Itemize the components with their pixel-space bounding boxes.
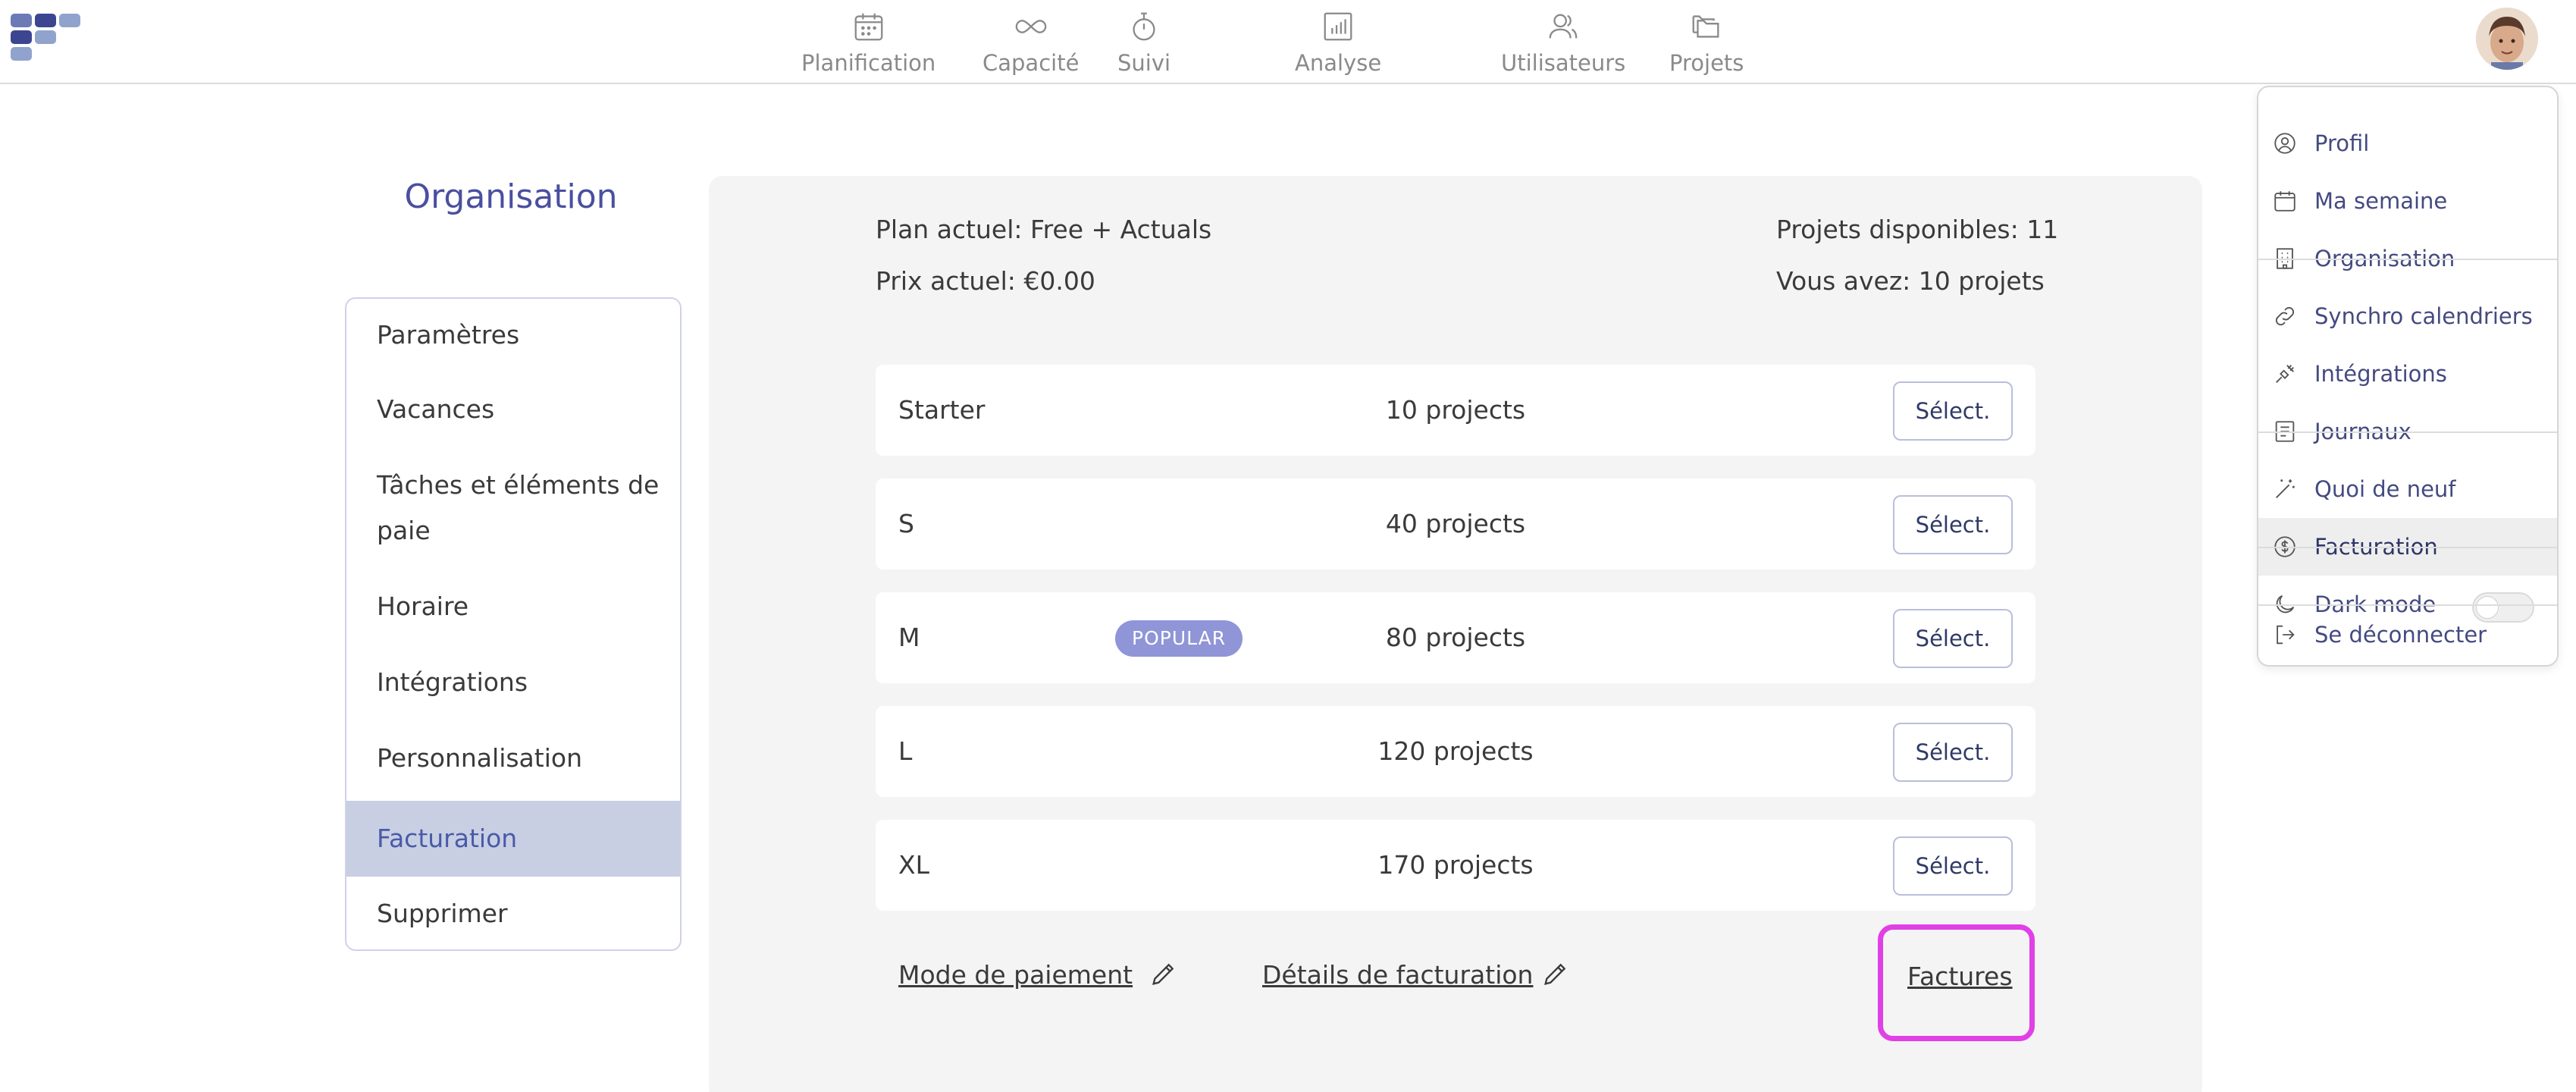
- nav-suivi[interactable]: Suivi: [1117, 9, 1170, 76]
- sidebar-item-label: Intégrations: [377, 667, 528, 697]
- current-plan-text: Plan actuel: Free + Actuals: [876, 215, 1212, 244]
- top-navigation-bar: Planification Capacité Suivi Analyse Uti…: [0, 0, 2576, 84]
- sidebar-item-label: Supprimer: [377, 899, 508, 928]
- menu-item-label: Se déconnecter: [2314, 622, 2487, 648]
- sidebar-item-personnalisation[interactable]: Personnalisation: [346, 720, 680, 796]
- stopwatch-icon: [1133, 12, 1155, 41]
- plan-projects: 10 projects: [1385, 395, 1526, 425]
- sidebar-item-integrations[interactable]: Intégrations: [346, 645, 680, 720]
- plan-projects: 170 projects: [1377, 850, 1534, 880]
- menu-item-synchro-calendriers[interactable]: Synchro calendriers: [2258, 287, 2557, 345]
- menu-item-label: Quoi de neuf: [2314, 476, 2456, 502]
- menu-item-label: Profil: [2314, 130, 2370, 156]
- app-logo[interactable]: [11, 14, 86, 62]
- user-avatar[interactable]: [2476, 8, 2538, 70]
- sidebar-item-label: Tâches et éléments de paie: [377, 470, 660, 545]
- nav-label: Utilisateurs: [1501, 50, 1626, 76]
- sidebar-item-facturation[interactable]: Facturation: [346, 801, 680, 877]
- bar-chart-icon: [1324, 12, 1352, 41]
- sidebar-item-parametres[interactable]: Paramètres: [346, 299, 680, 372]
- sidebar-item-label: Horaire: [377, 592, 469, 621]
- infinity-icon: [1015, 20, 1047, 33]
- plan-name: Starter: [898, 395, 986, 425]
- menu-item-se-deconnecter[interactable]: Se déconnecter: [2258, 606, 2557, 664]
- sidebar-item-label: Vacances: [377, 394, 495, 424]
- invoices-link[interactable]: Factures: [1907, 962, 2013, 991]
- calendar-icon: [854, 13, 883, 41]
- select-plan-button[interactable]: Sélect.: [1893, 381, 2013, 441]
- menu-divider: [2258, 431, 2557, 433]
- sidebar-item-taches[interactable]: Tâches et éléments de paie: [346, 447, 680, 569]
- menu-item-ma-semaine[interactable]: Ma semaine: [2258, 172, 2557, 230]
- sidebar-item-label: Facturation: [377, 824, 518, 853]
- users-icon: [1549, 14, 1578, 39]
- sidebar-item-horaire[interactable]: Horaire: [346, 569, 680, 645]
- plan-name: XL: [898, 850, 929, 880]
- settings-sidebar: Paramètres Vacances Tâches et éléments d…: [345, 297, 682, 951]
- calendar-icon: [2274, 191, 2296, 212]
- plan-name: S: [898, 509, 914, 538]
- menu-divider: [2258, 259, 2557, 260]
- plan-row-xl: XL 170 projects Sélect.: [876, 820, 2035, 911]
- sidebar-item-supprimer[interactable]: Supprimer: [346, 877, 680, 949]
- logout-icon: [2277, 625, 2295, 645]
- payment-method-link[interactable]: Mode de paiement: [898, 960, 1133, 990]
- nav-utilisateurs[interactable]: Utilisateurs: [1501, 9, 1625, 76]
- menu-divider: [2258, 547, 2557, 548]
- menu-item-label: Synchro calendriers: [2314, 303, 2533, 329]
- select-plan-button[interactable]: Sélect.: [1893, 495, 2013, 554]
- menu-item-label: Ma semaine: [2314, 188, 2448, 214]
- nav-capacite[interactable]: Capacité: [982, 9, 1079, 76]
- menu-item-label: Intégrations: [2314, 361, 2447, 387]
- nav-analyse[interactable]: Analyse: [1295, 9, 1381, 76]
- available-projects-text: Projets disponibles: 11: [1776, 215, 2059, 244]
- magic-wand-icon: [2276, 479, 2295, 498]
- plan-name: M: [898, 623, 920, 652]
- sidebar-item-vacances[interactable]: Vacances: [346, 372, 680, 447]
- plug-icon: [2276, 365, 2294, 383]
- nav-label: Suivi: [1117, 50, 1171, 76]
- billing-details-link[interactable]: Détails de facturation: [1262, 960, 1533, 990]
- page-title: Organisation: [404, 177, 618, 216]
- nav-label: Capacité: [982, 50, 1080, 76]
- sidebar-item-label: Personnalisation: [377, 743, 582, 773]
- plan-row-l: L 120 projects Sélect.: [876, 706, 2035, 797]
- pencil-icon[interactable]: [1540, 959, 1571, 989]
- pencil-icon[interactable]: [1149, 959, 1179, 989]
- nav-label: Analyse: [1295, 50, 1382, 76]
- plan-row-m: M POPULAR 80 projects Sélect.: [876, 592, 2035, 683]
- menu-item-quoi-de-neuf[interactable]: Quoi de neuf: [2258, 460, 2557, 518]
- nav-planification[interactable]: Planification: [801, 9, 935, 76]
- user-menu-dropdown: Profil Ma semaine Organisation Synchro c…: [2257, 86, 2559, 667]
- nav-label: Planification: [801, 50, 936, 76]
- select-plan-button[interactable]: Sélect.: [1893, 723, 2013, 782]
- current-price-text: Prix actuel: €0.00: [876, 266, 1095, 296]
- select-plan-button[interactable]: Sélect.: [1893, 836, 2013, 896]
- plan-projects: 40 projects: [1385, 509, 1526, 538]
- menu-item-integrations[interactable]: Intégrations: [2258, 345, 2557, 403]
- link-icon: [2275, 306, 2295, 326]
- plan-row-starter: Starter 10 projects Sélect.: [876, 365, 2035, 456]
- folders-icon: [1692, 15, 1719, 38]
- menu-item-profil[interactable]: Profil: [2258, 115, 2557, 172]
- sidebar-item-label: Paramètres: [377, 320, 520, 350]
- owned-projects-text: Vous avez: 10 projets: [1776, 266, 2045, 296]
- plan-projects: 120 projects: [1377, 736, 1534, 766]
- nav-label: Projets: [1669, 50, 1744, 76]
- plan-name: L: [898, 736, 913, 766]
- plan-row-s: S 40 projects Sélect.: [876, 479, 2035, 570]
- user-circle-icon: [2274, 133, 2296, 154]
- select-plan-button[interactable]: Sélect.: [1893, 609, 2013, 668]
- nav-projets[interactable]: Projets: [1669, 9, 1744, 76]
- plan-projects: 80 projects: [1385, 623, 1526, 652]
- popular-badge: POPULAR: [1115, 620, 1243, 657]
